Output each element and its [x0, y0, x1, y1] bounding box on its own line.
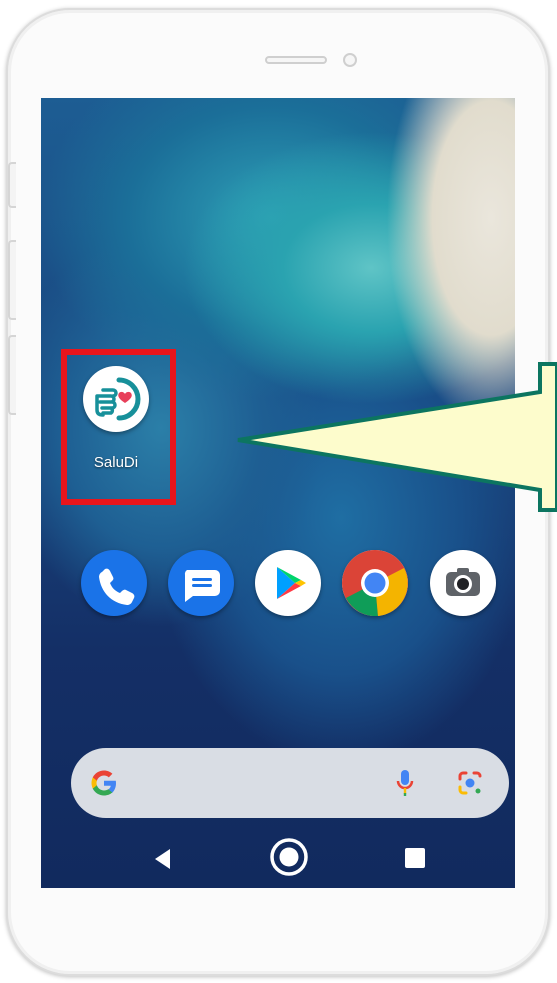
chrome-icon[interactable] [342, 550, 408, 617]
google-search-bar[interactable] [71, 748, 509, 818]
phone-icon[interactable] [81, 550, 147, 616]
home-icon[interactable] [268, 836, 310, 878]
earpiece-speaker [265, 56, 327, 64]
camera-icon[interactable] [430, 550, 496, 616]
phone-side-button [8, 162, 16, 208]
messages-icon[interactable] [168, 550, 234, 616]
phone-power-button [8, 335, 16, 415]
navigation-bar [41, 828, 515, 888]
recents-icon[interactable] [403, 846, 427, 870]
microphone-icon[interactable] [393, 767, 417, 799]
saludi-highlight-box [61, 349, 176, 505]
play-store-icon[interactable] [255, 550, 321, 616]
lens-icon[interactable] [456, 769, 484, 797]
back-icon[interactable] [151, 846, 173, 872]
front-camera [343, 53, 357, 67]
phone-volume-button [8, 240, 16, 320]
google-g-icon [91, 770, 116, 796]
